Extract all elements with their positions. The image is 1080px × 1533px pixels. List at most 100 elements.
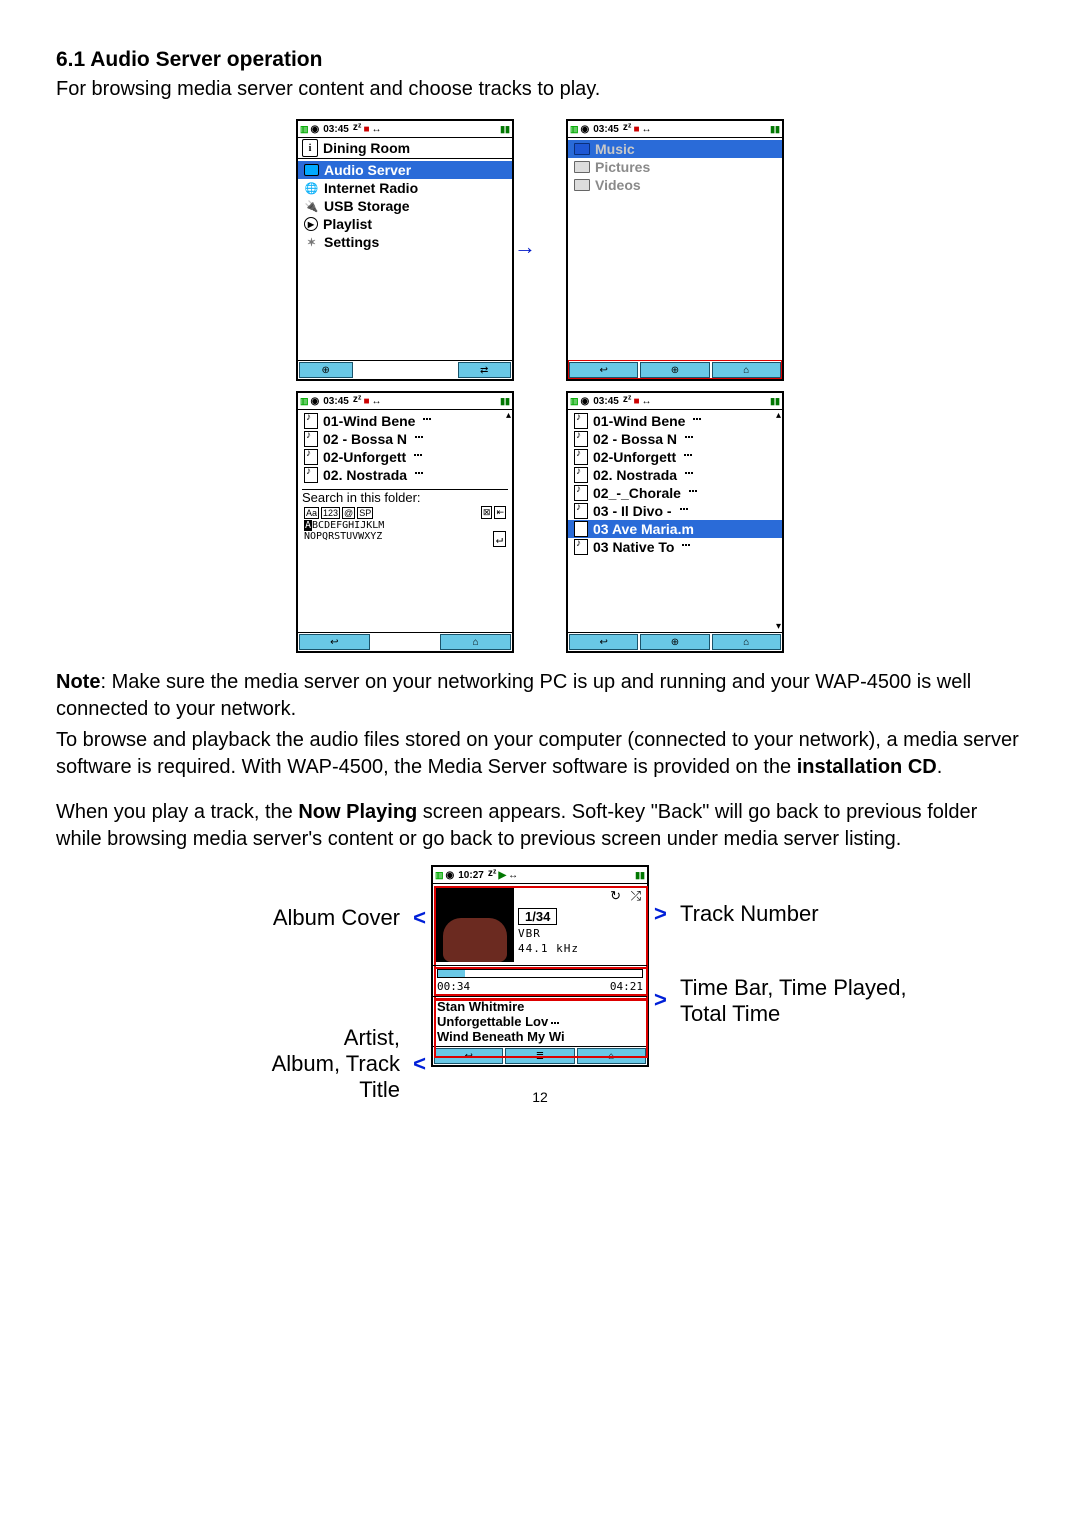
arrow-icon: > [654, 901, 667, 927]
signal-icon: ▮▮ [770, 396, 780, 407]
track-item[interactable]: 02-Unforgett [568, 448, 782, 466]
scroll-down-icon[interactable]: ▾ [776, 621, 781, 632]
album-cover [436, 888, 514, 962]
stop-icon: ■ [633, 124, 639, 135]
callout-time-block: Time Bar, Time Played, Total Time [680, 975, 907, 1027]
track-icon [574, 467, 588, 483]
menu-item-audio-server[interactable]: Audio Server [298, 161, 512, 179]
sync-icon: ↔ [642, 124, 652, 135]
folder-videos[interactable]: Videos [568, 176, 782, 194]
softkey-bar: ↩ ⊕ ⌂ [568, 632, 782, 651]
sk-left[interactable]: ⊕ [299, 362, 353, 378]
screen-track-list: ▥◉ 03:45 zᶻ ■ ↔ ▮▮ ▴ ▾ 01-Wind Bene 02 -… [566, 391, 784, 653]
now-playing-paragraph: When you play a track, the Now Playing s… [56, 799, 1024, 853]
note-label: Note [56, 671, 100, 693]
play-state-icon: ▶ [498, 870, 506, 881]
time-played: 00:34 [437, 980, 470, 993]
track-icon [574, 503, 588, 519]
kb-back[interactable]: ⇤ [494, 506, 506, 519]
screen-search: ▥◉ 03:45 zᶻ ■ ↔ ▮▮ ▴ 01-Wind Bene 02 - B… [296, 391, 514, 653]
signal-icon: ▮▮ [500, 124, 510, 135]
track-item[interactable]: 02_-_Chorale [568, 484, 782, 502]
track-item[interactable]: 01-Wind Bene [568, 412, 782, 430]
status-time: 03:45 [593, 124, 619, 135]
arrow-icon: > [654, 987, 667, 1013]
scroll-up-icon[interactable]: ▴ [776, 410, 781, 421]
flow-arrow-icon: → [514, 234, 536, 260]
disc-icon: ◉ [311, 124, 320, 135]
stop-icon: ■ [633, 396, 639, 407]
progress-bar[interactable] [437, 969, 643, 978]
server-icon [304, 164, 319, 176]
figure-row-1: ▥ ◉ 03:45 zᶻ ■ ↔ ▮▮ i Dining Room Audio … [56, 119, 1024, 381]
kb-tab[interactable]: @ [342, 507, 355, 519]
sk-plus[interactable]: ⊕ [640, 362, 709, 378]
track-icon [574, 539, 588, 555]
track-item-selected[interactable]: 03 Ave Maria.m [568, 520, 782, 538]
kb-tab[interactable]: SP [357, 507, 373, 519]
sk-back[interactable]: ↩ [569, 362, 638, 378]
track-item[interactable]: 02. Nostrada [568, 466, 782, 484]
scroll-up-icon[interactable]: ▴ [506, 410, 511, 421]
sample-rate: 44.1 kHz [518, 942, 579, 955]
track-item[interactable]: 03 Native To [568, 538, 782, 556]
menu-item-settings[interactable]: ✶Settings [298, 233, 512, 251]
gear-icon: ✶ [304, 235, 319, 249]
sk-back[interactable]: ↩ [299, 634, 370, 650]
kb-del[interactable]: ⊠ [481, 506, 493, 519]
menu-item-playlist[interactable]: ▶Playlist [298, 215, 512, 233]
sk-back[interactable]: ↩ [569, 634, 638, 650]
track-item[interactable]: 02 - Bossa N [298, 430, 512, 448]
menu-item-internet-radio[interactable]: 🌐Internet Radio [298, 179, 512, 197]
track-item[interactable]: 02. Nostrada [298, 466, 512, 484]
sk-plus[interactable]: ⊕ [640, 634, 709, 650]
menu-item-usb[interactable]: 🔌USB Storage [298, 197, 512, 215]
kb-row-2[interactable]: NOPQRSTUVWXYZ [304, 531, 493, 547]
sk-back[interactable]: ↩ [434, 1048, 503, 1064]
track-item[interactable]: 02 - Bossa N [568, 430, 782, 448]
note-text-1: : Make sure the media server on your net… [56, 671, 971, 720]
sk-home[interactable]: ⌂ [577, 1048, 646, 1064]
section-heading: 6.1 Audio Server operation [56, 48, 1024, 72]
softkey-bar: ↩ ⊕ ⌂ [568, 360, 782, 379]
sleep-icon: zᶻ [353, 122, 362, 133]
status-bar: ▥◉ 10:27 zᶻ ▶ ↔ ▮▮ [433, 867, 647, 884]
track-item[interactable]: 01-Wind Bene [298, 412, 512, 430]
status-time: 03:45 [323, 124, 349, 135]
sk-list[interactable]: ≣ [505, 1048, 574, 1064]
sk-right[interactable]: ⇄ [458, 362, 512, 378]
page-number: 12 [56, 1089, 1024, 1105]
folder-icon [574, 143, 590, 155]
sk-home[interactable]: ⌂ [712, 634, 781, 650]
np-artist: Stan Whitmire [437, 999, 643, 1014]
kb-enter[interactable]: ↵ [493, 531, 506, 547]
note-paragraph: Note: Make sure the media server on your… [56, 669, 1024, 723]
sk-home[interactable]: ⌂ [440, 634, 511, 650]
kb-row-1[interactable]: BCDEFGHIJKLM [312, 520, 506, 531]
callout-album-cover: Album Cover [273, 905, 400, 931]
status-bar: ▥◉ 03:45 zᶻ ■ ↔ ▮▮ [298, 393, 512, 410]
bitrate: VBR [518, 927, 541, 940]
callout-artist-block: Artist, Album, Track Title [272, 1025, 400, 1103]
usb-icon: 🔌 [304, 199, 319, 213]
kb-tab[interactable]: Aa [304, 507, 319, 519]
disc-icon: ◉ [581, 396, 590, 407]
kb-key-sel[interactable]: A [304, 520, 312, 531]
battery-icon: ▥ [300, 396, 309, 407]
softkey-bar: ⊕ ⇄ [298, 360, 512, 379]
track-icon [304, 467, 318, 483]
screen-title: i Dining Room [298, 138, 512, 159]
sk-home[interactable]: ⌂ [712, 362, 781, 378]
track-icon [304, 413, 318, 429]
figure-row-2: ▥◉ 03:45 zᶻ ■ ↔ ▮▮ ▴ 01-Wind Bene 02 - B… [56, 391, 1024, 653]
folder-music[interactable]: Music [568, 140, 782, 158]
battery-icon: ▥ [435, 870, 444, 881]
track-item[interactable]: 03 - Il Divo - [568, 502, 782, 520]
track-item[interactable]: 02-Unforgett [298, 448, 512, 466]
disc-icon: ◉ [446, 870, 455, 881]
signal-icon: ▮▮ [635, 870, 645, 881]
folder-pictures[interactable]: Pictures [568, 158, 782, 176]
play-icon: ▶ [304, 217, 318, 231]
screen-main-menu: ▥ ◉ 03:45 zᶻ ■ ↔ ▮▮ i Dining Room Audio … [296, 119, 514, 381]
kb-tab[interactable]: 123 [321, 507, 340, 519]
